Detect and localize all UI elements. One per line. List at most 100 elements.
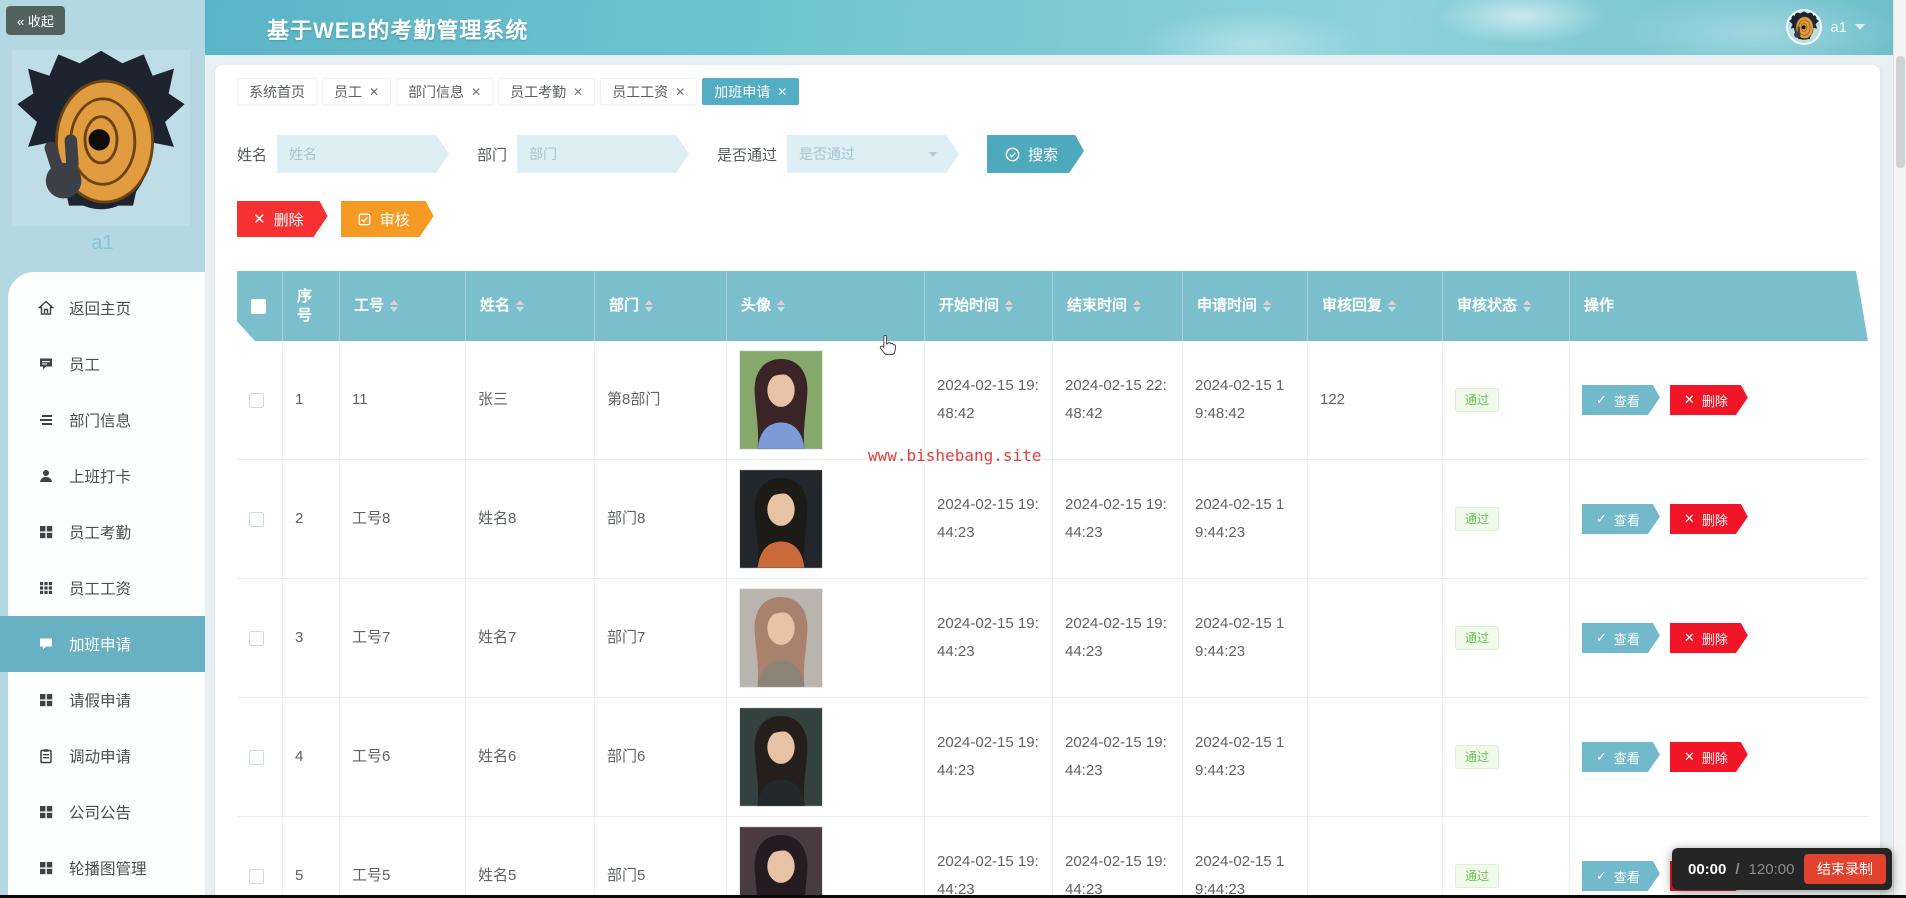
search-button[interactable]: 搜索 xyxy=(987,135,1084,173)
sidebar-item[interactable]: 调动申请 xyxy=(8,728,205,784)
row-delete-button[interactable]: ✕ 删除 xyxy=(1670,742,1748,772)
sidebar-item[interactable]: 上班打卡 xyxy=(8,448,205,504)
tab-close-icon[interactable]: ✕ xyxy=(675,85,685,99)
sidebar-item-label: 加班申请 xyxy=(69,637,132,654)
view-button[interactable]: ✓ 查看 xyxy=(1582,385,1660,415)
cell-index: 2 xyxy=(283,460,340,578)
select-all-checkbox[interactable] xyxy=(251,299,266,314)
tab-label: 部门信息 xyxy=(408,83,465,100)
cell-job-no: 工号6 xyxy=(340,698,466,816)
search-check-icon xyxy=(1005,147,1020,162)
avatar-photo[interactable] xyxy=(739,350,823,450)
avatar-photo[interactable] xyxy=(739,469,823,569)
cell-index: 5 xyxy=(283,817,340,898)
view-button[interactable]: ✓ 查看 xyxy=(1582,742,1660,772)
sidebar-item-label: 部门信息 xyxy=(69,413,132,430)
app-header: 基于WEB的考勤管理系统 a1 xyxy=(205,0,1893,55)
dept-label: 部门 xyxy=(477,146,508,164)
row-checkbox[interactable] xyxy=(249,868,264,884)
sidebar-item[interactable]: 员工工资 xyxy=(8,560,205,616)
sidebar-item-label: 公司公告 xyxy=(69,805,132,822)
dept-input[interactable] xyxy=(517,135,689,173)
view-button-label: 查看 xyxy=(1613,750,1640,766)
view-button[interactable]: ✓ 查看 xyxy=(1582,861,1660,891)
sort-icon[interactable] xyxy=(645,300,653,312)
sort-icon[interactable] xyxy=(1263,300,1271,312)
sort-icon[interactable] xyxy=(1523,300,1531,312)
header-apply-time[interactable]: 申请时间 xyxy=(1183,271,1308,341)
sort-icon[interactable] xyxy=(1133,300,1141,312)
collapse-button[interactable]: « 收起 xyxy=(6,6,65,35)
sidebar-item[interactable]: 公司公告 xyxy=(8,784,205,840)
name-label: 姓名 xyxy=(237,146,268,164)
sidebar-item-label: 返回主页 xyxy=(69,301,132,318)
avatar-photo[interactable] xyxy=(739,588,823,688)
screen-recorder-bar: 00:00 / 120:00 结束录制 xyxy=(1672,848,1892,890)
sidebar-menu: 返回主页 员工 部门信息 上班打卡 员工考勤 员工工资 加班申请 请假申请 调动… xyxy=(0,272,205,898)
sidebar-item[interactable]: 加班申请 xyxy=(0,616,205,672)
avatar-photo[interactable] xyxy=(739,826,823,898)
user-avatar[interactable] xyxy=(1786,9,1823,45)
delete-button[interactable]: ✕ 删除 xyxy=(237,201,328,237)
stop-recording-button[interactable]: 结束录制 xyxy=(1804,854,1886,884)
scrollbar-thumb[interactable] xyxy=(1895,56,1905,168)
tab-close-icon[interactable]: ✕ xyxy=(777,85,787,99)
sidebar-item[interactable]: 员工考勤 xyxy=(8,504,205,560)
sidebar-item-icon xyxy=(38,412,54,428)
sidebar-item-label: 员工工资 xyxy=(69,581,132,598)
tab-close-icon[interactable]: ✕ xyxy=(471,85,481,99)
row-checkbox[interactable] xyxy=(249,749,264,765)
table-row: 5 工号5 姓名5 部门5 2024-02-15 19:44:23 2024-0… xyxy=(237,817,1868,898)
tab[interactable]: 员工工资 ✕ xyxy=(600,78,698,105)
user-menu[interactable]: a1 xyxy=(1786,9,1865,45)
row-checkbox[interactable] xyxy=(249,392,264,408)
sidebar-item[interactable]: 请假申请 xyxy=(8,672,205,728)
header-dept[interactable]: 部门 xyxy=(595,271,727,341)
header-name[interactable]: 姓名 xyxy=(466,271,595,341)
cell-job-no: 工号5 xyxy=(340,817,466,898)
header-avatar[interactable]: 头像 xyxy=(727,271,925,341)
header-end-time[interactable]: 结束时间 xyxy=(1053,271,1183,341)
sidebar-item[interactable]: 员工 xyxy=(8,336,205,392)
site-watermark: www.bishebang.site xyxy=(868,446,1042,465)
cell-dept: 部门6 xyxy=(595,698,727,816)
sidebar-item[interactable]: 轮播图管理 xyxy=(8,840,205,896)
row-delete-button[interactable]: ✕ 删除 xyxy=(1670,623,1748,653)
sidebar-item[interactable]: 部门信息 xyxy=(8,392,205,448)
sidebar-item[interactable]: 返回主页 xyxy=(8,280,205,336)
header-review-status[interactable]: 审核状态 xyxy=(1443,271,1570,341)
sort-icon[interactable] xyxy=(1005,300,1013,312)
sort-icon[interactable] xyxy=(1388,300,1396,312)
review-button[interactable]: 审核 xyxy=(341,201,434,237)
tab-close-icon[interactable]: ✕ xyxy=(573,85,583,99)
sort-icon[interactable] xyxy=(516,300,524,312)
delete-button-label: 删除 xyxy=(273,211,304,229)
pass-select[interactable]: 是否通过 xyxy=(787,135,959,173)
tab[interactable]: 部门信息 ✕ xyxy=(396,78,494,105)
sort-icon[interactable] xyxy=(390,300,398,312)
row-checkbox[interactable] xyxy=(249,630,264,646)
tab[interactable]: 员工考勤 ✕ xyxy=(498,78,596,105)
cell-avatar xyxy=(727,460,925,578)
row-checkbox[interactable] xyxy=(249,511,264,527)
tab-close-icon[interactable]: ✕ xyxy=(369,85,379,99)
sort-icon[interactable] xyxy=(777,300,785,312)
page-scrollbar[interactable] xyxy=(1893,0,1906,898)
row-delete-button[interactable]: ✕ 删除 xyxy=(1670,385,1748,415)
view-button[interactable]: ✓ 查看 xyxy=(1582,504,1660,534)
header-start-time[interactable]: 开始时间 xyxy=(925,271,1053,341)
cell-select xyxy=(237,698,283,816)
tab[interactable]: 加班申请 ✕ xyxy=(702,78,800,105)
tab[interactable]: 系统首页 xyxy=(237,78,317,105)
table-row: 2 工号8 姓名8 部门8 2024-02-15 19:44:23 2024-0… xyxy=(237,460,1868,579)
name-input[interactable] xyxy=(277,135,449,173)
header-job-no[interactable]: 工号 xyxy=(340,271,466,341)
row-delete-button[interactable]: ✕ 删除 xyxy=(1670,504,1748,534)
tab[interactable]: 员工 ✕ xyxy=(322,78,392,105)
cell-review-reply xyxy=(1308,460,1443,578)
cell-apply-time: 2024-02-15 19:48:42 xyxy=(1183,341,1308,459)
view-button[interactable]: ✓ 查看 xyxy=(1582,623,1660,653)
avatar-photo[interactable] xyxy=(739,707,823,807)
cell-apply-time: 2024-02-15 19:44:23 xyxy=(1183,698,1308,816)
header-review-reply[interactable]: 审核回复 xyxy=(1308,271,1443,341)
